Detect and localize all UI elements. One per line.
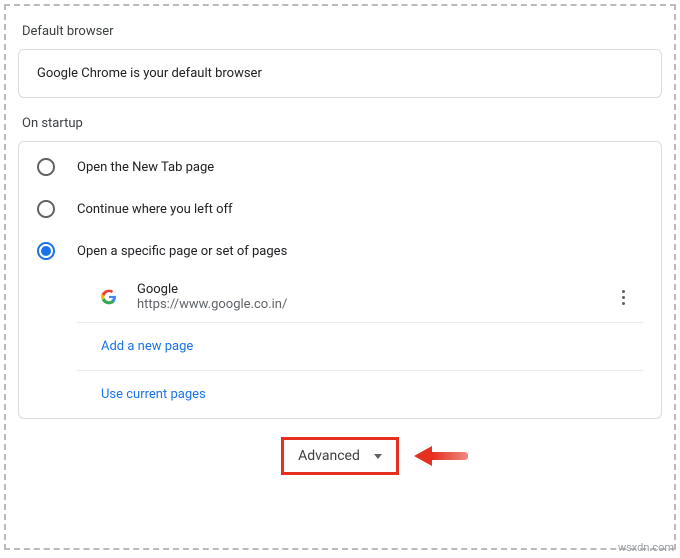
startup-option-continue[interactable]: Continue where you left off <box>37 188 643 230</box>
default-browser-card: Google Chrome is your default browser <box>18 49 662 98</box>
startup-option-continue-label: Continue where you left off <box>77 202 233 217</box>
radio-unchecked-icon <box>37 158 55 176</box>
startup-option-newtab[interactable]: Open the New Tab page <box>37 146 643 188</box>
advanced-label: Advanced <box>298 448 360 464</box>
use-current-pages-link[interactable]: Use current pages <box>77 370 643 418</box>
startup-page-url: https://www.google.co.in/ <box>137 297 287 312</box>
startup-option-newtab-label: Open the New Tab page <box>77 160 214 175</box>
watermark: wsxdn.com <box>618 541 674 554</box>
startup-option-specific[interactable]: Open a specific page or set of pages <box>37 230 643 272</box>
radio-unchecked-icon <box>37 200 55 218</box>
radio-checked-icon <box>37 242 55 260</box>
default-browser-heading: Default browser <box>22 24 662 39</box>
google-favicon-icon <box>101 289 117 305</box>
chevron-down-icon <box>374 454 382 459</box>
startup-page-title: Google <box>137 282 287 297</box>
startup-heading: On startup <box>22 116 662 131</box>
startup-option-specific-label: Open a specific page or set of pages <box>77 244 287 259</box>
advanced-toggle[interactable]: Advanced <box>281 437 399 475</box>
default-browser-status: Google Chrome is your default browser <box>37 66 262 81</box>
more-actions-icon[interactable] <box>611 285 635 309</box>
add-new-page-link[interactable]: Add a new page <box>77 322 643 370</box>
startup-page-row: Google https://www.google.co.in/ <box>77 272 643 322</box>
startup-card: Open the New Tab page Continue where you… <box>18 141 662 419</box>
annotation-arrow-icon <box>414 446 468 466</box>
